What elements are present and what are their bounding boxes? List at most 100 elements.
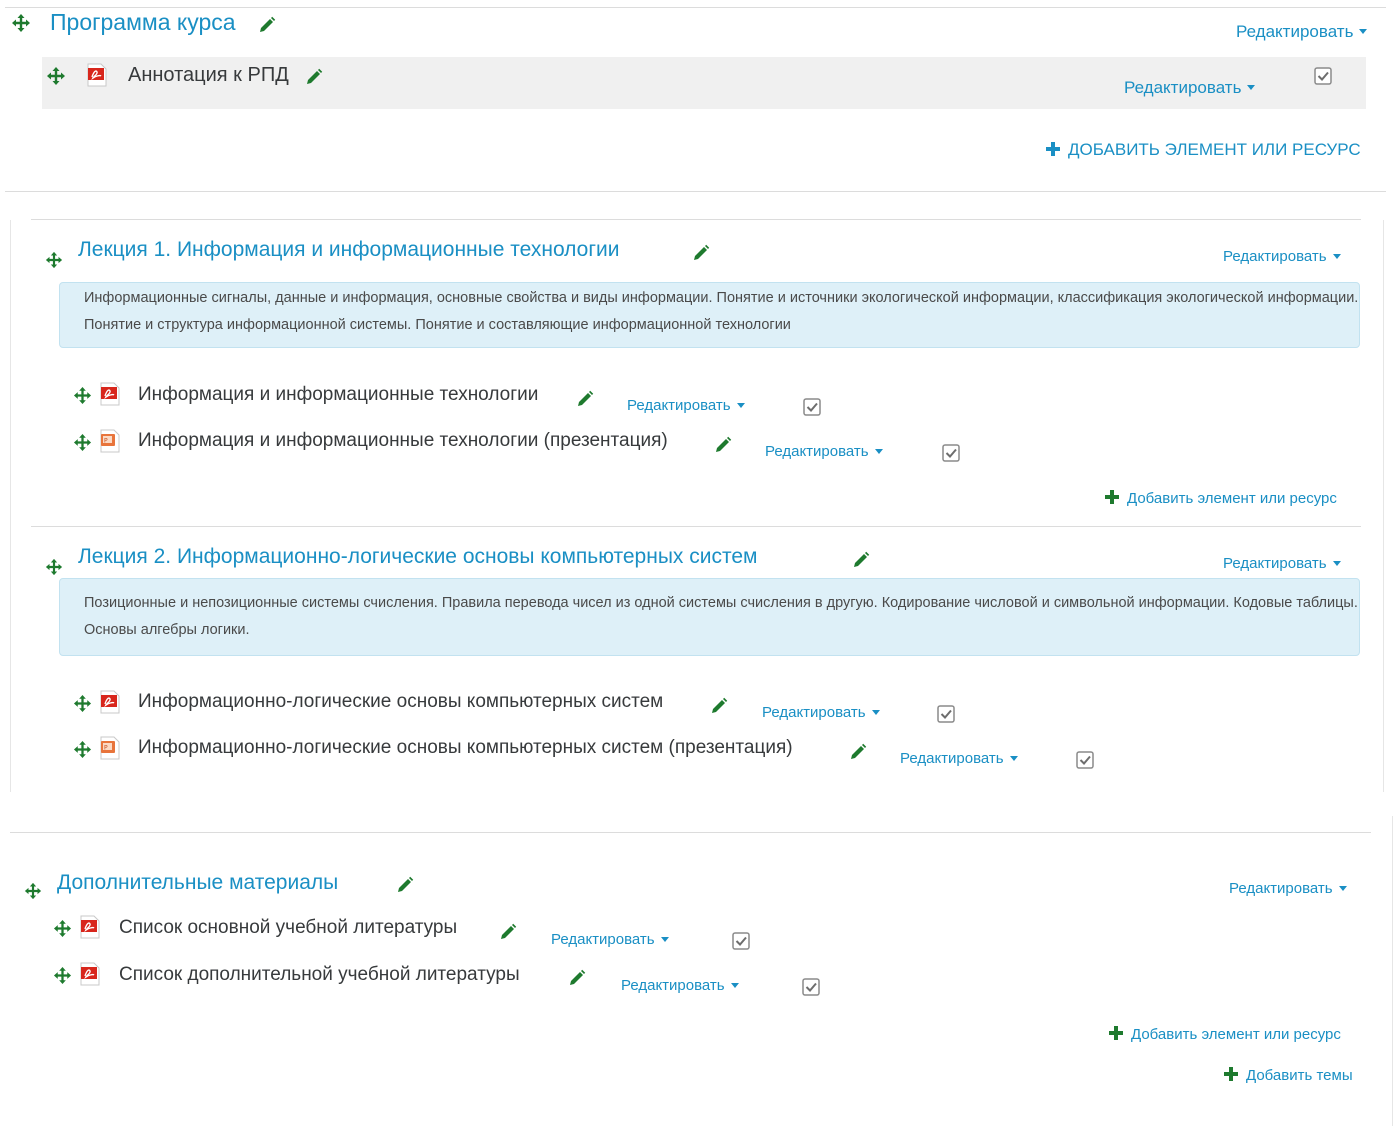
pencil-icon[interactable] xyxy=(499,923,517,941)
caret-down-icon xyxy=(1009,755,1018,761)
caret-down-icon xyxy=(874,448,883,454)
move-icon[interactable] xyxy=(73,694,92,713)
add-activity-link[interactable]: ДОБАВИТЬ ЭЛЕМЕНТ ИЛИ РЕСУРС xyxy=(1046,140,1361,160)
section-edit-menu[interactable]: Редактировать xyxy=(1236,22,1368,42)
section-edit-menu[interactable]: Редактировать xyxy=(1223,248,1341,265)
completion-checkbox-icon[interactable] xyxy=(802,397,822,417)
section-title[interactable]: Лекция 1. Информация и информационные те… xyxy=(78,238,619,262)
add-topics-label: Добавить темы xyxy=(1246,1067,1353,1084)
divider xyxy=(10,832,1371,833)
move-icon[interactable] xyxy=(11,13,31,33)
edit-label: Редактировать xyxy=(762,704,866,721)
caret-down-icon xyxy=(1247,85,1256,91)
edit-label: Редактировать xyxy=(627,397,731,414)
completion-checkbox-icon[interactable] xyxy=(1075,750,1095,770)
plus-icon xyxy=(1224,1067,1238,1081)
edit-label: Редактировать xyxy=(1124,78,1242,97)
move-icon[interactable] xyxy=(73,386,92,405)
move-icon[interactable] xyxy=(53,919,72,938)
edit-label: Редактировать xyxy=(1223,555,1327,572)
pencil-icon[interactable] xyxy=(692,244,710,262)
add-label: ДОБАВИТЬ ЭЛЕМЕНТ ИЛИ РЕСУРС xyxy=(1068,140,1361,159)
completion-checkbox-icon[interactable] xyxy=(801,977,821,997)
pdf-icon xyxy=(77,914,103,940)
divider xyxy=(5,7,1386,8)
panel-left-edge xyxy=(10,220,11,792)
add-activity-link[interactable]: Добавить элемент или ресурс xyxy=(1105,490,1337,507)
svg-text:P: P xyxy=(104,438,108,445)
pencil-icon[interactable] xyxy=(576,390,594,408)
pencil-icon[interactable] xyxy=(710,697,728,715)
caret-down-icon xyxy=(1359,29,1368,35)
activity-title[interactable]: Информация и информационные технологии xyxy=(138,384,538,406)
edit-label: Редактировать xyxy=(1236,22,1354,41)
pencil-icon[interactable] xyxy=(396,876,414,894)
caret-down-icon xyxy=(736,402,745,408)
add-topics-link[interactable]: Добавить темы xyxy=(1224,1067,1353,1084)
plus-icon xyxy=(1105,490,1119,504)
plus-icon xyxy=(1109,1026,1123,1040)
powerpoint-icon: P xyxy=(97,735,123,761)
move-icon[interactable] xyxy=(46,66,66,86)
activity-edit-menu[interactable]: Редактировать xyxy=(551,931,669,948)
edit-label: Редактировать xyxy=(551,931,655,948)
activity-edit-menu[interactable]: Редактировать xyxy=(765,443,883,460)
pdf-icon xyxy=(84,62,110,88)
section-title[interactable]: Дополнительные материалы xyxy=(57,871,338,895)
move-icon[interactable] xyxy=(73,433,92,452)
powerpoint-icon: P xyxy=(97,428,123,454)
completion-checkbox-icon[interactable] xyxy=(731,931,751,951)
activity-title[interactable]: Аннотация к РПД xyxy=(128,64,289,87)
edit-label: Редактировать xyxy=(765,443,869,460)
add-activity-link[interactable]: Добавить элемент или ресурс xyxy=(1109,1026,1341,1043)
activity-title[interactable]: Информационно-логические основы компьюте… xyxy=(138,691,663,713)
panel-right-edge xyxy=(1392,816,1393,1126)
edit-label: Редактировать xyxy=(900,750,1004,767)
activity-edit-menu[interactable]: Редактировать xyxy=(900,750,1018,767)
section-summary: Информационные сигналы, данные и информа… xyxy=(59,282,1360,348)
divider xyxy=(31,219,1361,220)
move-icon[interactable] xyxy=(24,882,42,900)
edit-label: Редактировать xyxy=(1229,880,1333,897)
activity-title[interactable]: Информационно-логические основы компьюте… xyxy=(138,737,793,759)
move-icon[interactable] xyxy=(45,251,63,269)
divider xyxy=(31,526,1361,527)
pencil-icon[interactable] xyxy=(714,436,732,454)
pencil-icon[interactable] xyxy=(852,551,870,569)
move-icon[interactable] xyxy=(73,740,92,759)
section-title[interactable]: Лекция 2. Информационно-логические основ… xyxy=(78,545,758,569)
caret-down-icon xyxy=(730,982,739,988)
move-icon[interactable] xyxy=(53,966,72,985)
panel-right-edge xyxy=(1383,220,1384,792)
caret-down-icon xyxy=(1338,885,1347,891)
section-title[interactable]: Программа курса xyxy=(50,9,236,36)
completion-checkbox-icon[interactable] xyxy=(941,443,961,463)
pencil-icon[interactable] xyxy=(305,68,323,86)
activity-title[interactable]: Список дополнительной учебной литературы xyxy=(119,964,520,986)
edit-label: Редактировать xyxy=(621,977,725,994)
summary-text: Позиционные и непозиционные системы счис… xyxy=(84,595,1358,638)
summary-text: Информационные сигналы, данные и информа… xyxy=(84,290,1359,333)
caret-down-icon xyxy=(871,709,880,715)
completion-checkbox-icon[interactable] xyxy=(1313,66,1333,86)
pdf-icon xyxy=(97,381,123,407)
activity-edit-menu[interactable]: Редактировать xyxy=(621,977,739,994)
add-label: Добавить элемент или ресурс xyxy=(1131,1026,1341,1043)
activity-edit-menu[interactable]: Редактировать xyxy=(627,397,745,414)
activity-edit-menu[interactable]: Редактировать xyxy=(762,704,880,721)
section-edit-menu[interactable]: Редактировать xyxy=(1229,880,1347,897)
svg-text:P: P xyxy=(104,745,108,752)
activity-title[interactable]: Информация и информационные технологии (… xyxy=(138,430,668,452)
pencil-icon[interactable] xyxy=(849,743,867,761)
section-edit-menu[interactable]: Редактировать xyxy=(1223,555,1341,572)
completion-checkbox-icon[interactable] xyxy=(936,704,956,724)
activity-edit-menu[interactable]: Редактировать xyxy=(1124,78,1256,98)
divider xyxy=(5,191,1386,192)
activity-title[interactable]: Список основной учебной литературы xyxy=(119,917,457,939)
move-icon[interactable] xyxy=(45,558,63,576)
caret-down-icon xyxy=(1332,253,1341,259)
edit-label: Редактировать xyxy=(1223,248,1327,265)
pencil-icon[interactable] xyxy=(568,969,586,987)
add-label: Добавить элемент или ресурс xyxy=(1127,490,1337,507)
pencil-icon[interactable] xyxy=(258,16,276,34)
